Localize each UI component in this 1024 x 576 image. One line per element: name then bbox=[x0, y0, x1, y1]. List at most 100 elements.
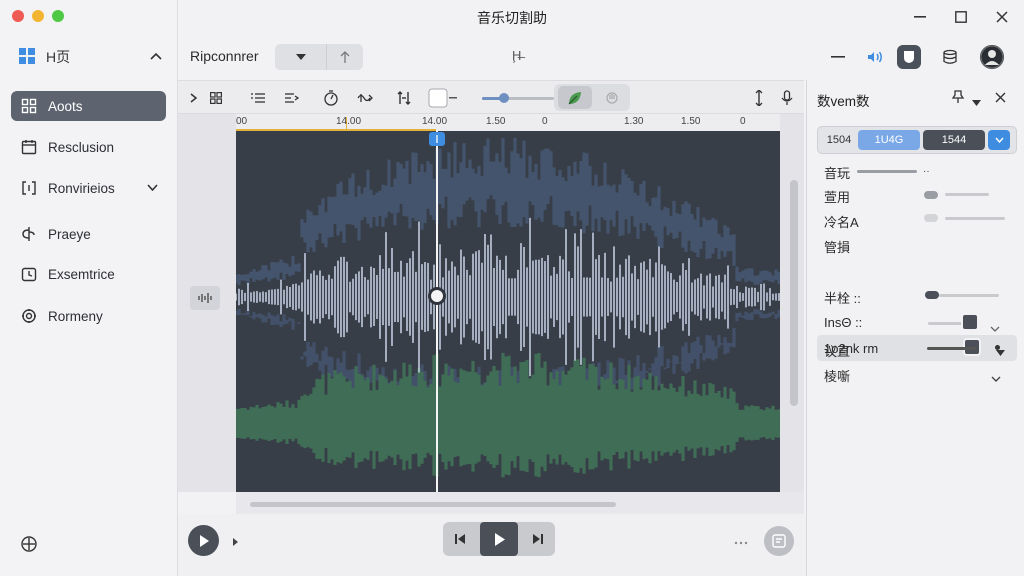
zoom-slider-knob[interactable] bbox=[498, 93, 509, 103]
row-slider[interactable] bbox=[945, 193, 989, 196]
row-label: 冷名A bbox=[824, 215, 859, 230]
slider-knob[interactable] bbox=[925, 291, 939, 299]
toggle[interactable] bbox=[924, 214, 938, 222]
grid-view-icon[interactable] bbox=[206, 88, 226, 108]
dot-indicator bbox=[995, 345, 1000, 350]
window-title: 音乐切割助 bbox=[477, 10, 547, 26]
chevron-down-icon[interactable] bbox=[991, 370, 1001, 385]
skip-forward-button[interactable] bbox=[521, 522, 555, 556]
compass-icon[interactable] bbox=[20, 535, 38, 553]
split-icon[interactable] bbox=[355, 88, 375, 108]
sidebar-item-praeye[interactable]: Praeye bbox=[11, 219, 166, 249]
align-icon[interactable] bbox=[394, 88, 414, 108]
leaf-icon[interactable] bbox=[558, 86, 592, 109]
database-icon[interactable] bbox=[938, 45, 962, 69]
chevron-down-icon[interactable] bbox=[972, 94, 981, 109]
close-panel-icon[interactable] bbox=[995, 91, 1006, 106]
sidebar-item-resclusion[interactable]: Resclusion bbox=[11, 132, 166, 162]
timeline-ruler[interactable]: 00 14.00 14.00 1.50 0 1.30 1.50 0 bbox=[236, 114, 780, 131]
marker-icon[interactable] bbox=[749, 88, 769, 108]
trim-icon[interactable] bbox=[282, 88, 302, 108]
hand-icon[interactable] bbox=[598, 86, 626, 109]
export-button[interactable] bbox=[764, 526, 794, 556]
ruler-tick: 14.00 bbox=[336, 116, 362, 127]
playhead[interactable] bbox=[436, 131, 438, 492]
row-slider[interactable] bbox=[927, 347, 977, 350]
windows-icon bbox=[18, 47, 36, 68]
close-window-button[interactable] bbox=[12, 10, 24, 22]
minus-icon[interactable] bbox=[826, 45, 850, 69]
center-glyph: Ḩ̶ bbox=[512, 48, 522, 63]
color-swatch[interactable] bbox=[428, 88, 448, 108]
track-handle[interactable] bbox=[190, 286, 220, 310]
sidebar-item-rormeny[interactable]: Rormeny bbox=[11, 301, 166, 331]
ruler-tick: 00 bbox=[236, 116, 248, 127]
edit-toolbar bbox=[178, 80, 804, 114]
sidebar-item-label: Aoots bbox=[48, 98, 83, 114]
ruler-tick: 1.30 bbox=[624, 116, 644, 127]
waveform-canvas[interactable] bbox=[236, 131, 780, 492]
row-label: 棱噺 bbox=[824, 369, 851, 384]
minimize-window-button[interactable] bbox=[32, 10, 44, 22]
row-slider[interactable] bbox=[939, 294, 999, 297]
close-icon[interactable] bbox=[991, 6, 1013, 28]
row-label: 议直 bbox=[824, 344, 851, 359]
skip-back-button[interactable] bbox=[443, 522, 477, 556]
list-icon[interactable] bbox=[248, 88, 268, 108]
dropdown-arrow-icon[interactable] bbox=[275, 44, 327, 70]
zoom-window-button[interactable] bbox=[52, 10, 64, 22]
audio-icon[interactable] bbox=[863, 45, 887, 69]
pin-icon[interactable] bbox=[951, 90, 965, 107]
vertical-scrollbar[interactable] bbox=[780, 114, 804, 492]
avatar[interactable] bbox=[980, 45, 1004, 69]
segment-right[interactable]: 1544 bbox=[923, 130, 985, 150]
tool-toggle[interactable] bbox=[554, 84, 630, 111]
toggle[interactable] bbox=[924, 191, 938, 199]
zoom-slider[interactable] bbox=[482, 97, 554, 100]
ruler-tick: 1.50 bbox=[486, 116, 506, 127]
dots-icon[interactable] bbox=[734, 535, 748, 550]
inspector-title: 数vem数 bbox=[817, 94, 870, 109]
transport-controls bbox=[443, 522, 555, 556]
project-dropdown[interactable] bbox=[275, 44, 363, 70]
timer-icon[interactable] bbox=[321, 88, 341, 108]
sidebar-item-aoots[interactable]: Aoots bbox=[11, 91, 166, 121]
microphone-icon[interactable] bbox=[777, 88, 797, 108]
play-pause-button[interactable] bbox=[480, 522, 518, 556]
sidebar-header[interactable]: H页 bbox=[18, 46, 162, 68]
horizontal-scrollbar[interactable] bbox=[236, 492, 804, 514]
row-label: 萱用 bbox=[824, 190, 851, 205]
sidebar-item-exsemtrice[interactable]: Exsemtrice bbox=[11, 259, 166, 289]
ruler-tick: 0 bbox=[542, 116, 548, 127]
chevron-down-icon[interactable] bbox=[147, 183, 158, 194]
expand-icon[interactable] bbox=[184, 88, 204, 108]
playhead-flag[interactable] bbox=[429, 132, 445, 146]
expand-small-icon[interactable] bbox=[232, 535, 239, 550]
maximize-icon[interactable] bbox=[950, 6, 972, 28]
chevron-up-icon[interactable] bbox=[150, 51, 162, 63]
segment-dropdown-icon[interactable] bbox=[988, 130, 1010, 150]
upload-icon[interactable] bbox=[327, 44, 363, 70]
minimize-icon[interactable] bbox=[909, 6, 931, 28]
play-button[interactable] bbox=[188, 525, 219, 556]
row-label: InsΘ :: bbox=[824, 315, 863, 330]
segment-left[interactable]: 1504 bbox=[822, 130, 856, 150]
sidebar-item-label: Exsemtrice bbox=[48, 266, 115, 282]
main-toolbar: Ripconnrer Ḩ̶ bbox=[178, 34, 1024, 80]
transport-bar bbox=[178, 514, 806, 576]
waveform-trace bbox=[236, 352, 780, 478]
chevron-down-icon[interactable] bbox=[990, 320, 1000, 335]
row-slider[interactable] bbox=[857, 170, 917, 173]
inspector-panel: 数vem数 1504 1U4G 1544 音玩 ·· 萱用 冷名A 管損 1o2… bbox=[806, 80, 1024, 576]
sidebar-header-label: H页 bbox=[46, 49, 71, 65]
playhead-node[interactable] bbox=[428, 287, 446, 305]
inspector-segmented[interactable]: 1504 1U4G 1544 bbox=[817, 126, 1017, 154]
segment-mid[interactable]: 1U4G bbox=[858, 130, 920, 150]
slider-knob[interactable] bbox=[961, 313, 979, 331]
row-slider[interactable] bbox=[945, 217, 1005, 220]
title-bar: 音乐切割助 bbox=[0, 0, 1024, 34]
horizontal-scroll-thumb[interactable] bbox=[250, 502, 616, 507]
shield-icon[interactable] bbox=[897, 45, 921, 69]
sidebar-item-ronvirieios[interactable]: Ronvirieios bbox=[11, 173, 166, 203]
vertical-scroll-thumb[interactable] bbox=[790, 180, 798, 406]
